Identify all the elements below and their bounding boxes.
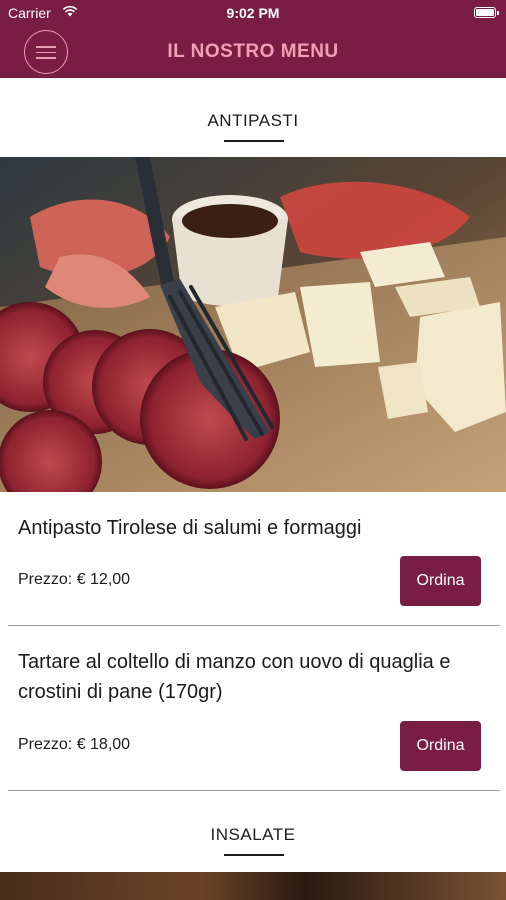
dish-name: Tartare al coltello di manzo con uovo di…: [18, 651, 451, 703]
dish-photo: [0, 157, 506, 492]
order-button[interactable]: Ordina: [400, 721, 481, 771]
status-bar: Carrier 9:02 PM: [0, 0, 506, 26]
section-underline: [224, 140, 284, 142]
section-title-antipasti[interactable]: ANTIPASTI: [0, 111, 506, 131]
order-button[interactable]: Ordina: [400, 556, 481, 606]
dish-price: Prezzo: € 12,00: [18, 571, 131, 588]
dish-price: Prezzo: € 18,00: [18, 736, 131, 753]
app-header: Carrier 9:02 PM IL NOSTRO MENU: [0, 0, 506, 78]
dish-name: Antipasto Tirolese di salumi e formaggi: [18, 517, 362, 539]
section-title-insalate[interactable]: INSALATE: [0, 825, 506, 845]
page-title: IL NOSTRO MENU: [167, 41, 339, 62]
divider: [8, 625, 500, 626]
clock: 9:02 PM: [226, 5, 280, 21]
battery-icon: [474, 7, 499, 18]
dish-photo: [0, 872, 506, 900]
divider: [8, 790, 500, 791]
charcuterie-image: [0, 157, 506, 492]
section-underline: [224, 854, 284, 856]
